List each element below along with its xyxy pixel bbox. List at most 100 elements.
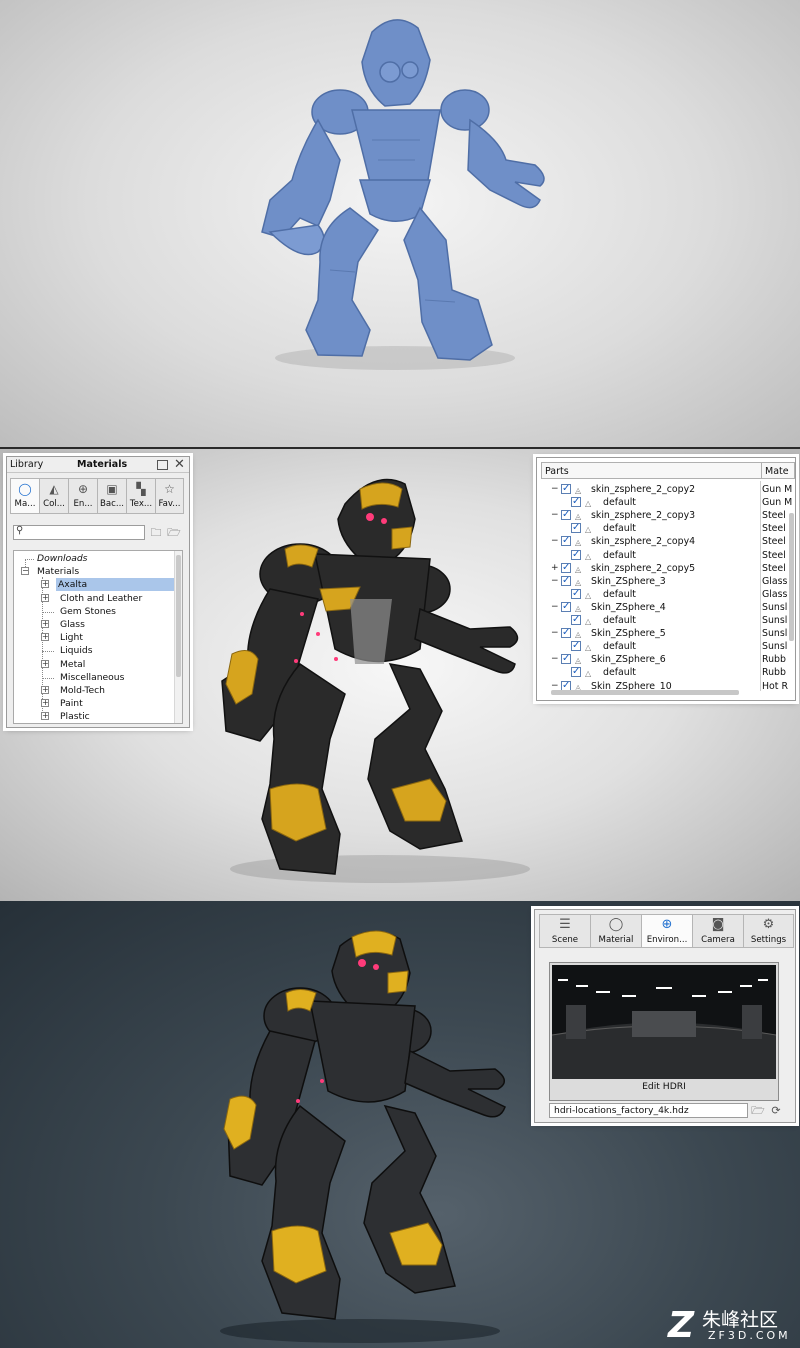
expand-icon[interactable]: + bbox=[41, 633, 49, 642]
environment-icon: ⊕ bbox=[77, 482, 89, 496]
visibility-checkbox[interactable] bbox=[561, 574, 571, 587]
expand-icon[interactable]: + bbox=[41, 593, 49, 602]
triangle-icon: △ bbox=[585, 499, 592, 509]
parts-horizontal-scrollbar[interactable] bbox=[551, 690, 739, 695]
tree-item-metal[interactable]: + Metal bbox=[14, 658, 182, 671]
hdri-file-field[interactable]: hdri-locations_factory_4k.hdz bbox=[549, 1103, 748, 1118]
expand-icon[interactable]: + bbox=[41, 712, 49, 721]
tab-environments[interactable]: ⊕ En... bbox=[68, 478, 97, 514]
add-folder-icon[interactable]: 🗀 bbox=[148, 526, 164, 539]
tab-textures[interactable]: ▚ Tex... bbox=[126, 478, 155, 514]
visibility-checkbox[interactable] bbox=[571, 665, 581, 678]
parts-column-header[interactable]: Parts bbox=[545, 466, 569, 477]
tab-camera[interactable]: ◙ Camera bbox=[692, 914, 743, 948]
visibility-checkbox[interactable] bbox=[571, 548, 581, 561]
texture-icon: ▚ bbox=[136, 482, 146, 496]
collapse-icon[interactable]: − bbox=[21, 567, 29, 576]
color-icon: ◭ bbox=[49, 482, 59, 496]
part-material: Sunsl bbox=[762, 628, 788, 640]
visibility-checkbox[interactable] bbox=[571, 495, 581, 508]
part-row[interactable]: −◬Skin_ZSphere_5Sunsl bbox=[537, 626, 797, 640]
tree-item-light[interactable]: + Light bbox=[14, 631, 182, 644]
part-row-child[interactable]: △ default Glass bbox=[537, 587, 797, 601]
tab-colors[interactable]: ◭ Col... bbox=[39, 478, 68, 514]
visibility-checkbox[interactable] bbox=[561, 652, 571, 665]
visibility-checkbox[interactable] bbox=[561, 508, 571, 521]
visibility-checkbox[interactable] bbox=[571, 639, 581, 652]
expand-icon[interactable]: + bbox=[41, 685, 49, 694]
visibility-checkbox[interactable] bbox=[561, 482, 571, 495]
collapse-icon[interactable]: − bbox=[551, 627, 559, 640]
part-row[interactable]: −◬skin_zsphere_2_copy2Gun M bbox=[537, 482, 797, 496]
expand-icon[interactable]: + bbox=[41, 659, 49, 668]
collapse-icon[interactable]: − bbox=[551, 535, 559, 548]
part-row-child[interactable]: △ default Steel bbox=[537, 548, 797, 562]
tab-backplates[interactable]: ▣ Bac... bbox=[97, 478, 126, 514]
expand-icon[interactable]: + bbox=[41, 580, 49, 589]
visibility-checkbox[interactable] bbox=[571, 521, 581, 534]
visibility-checkbox[interactable] bbox=[561, 561, 571, 574]
tree-item-gem-stones[interactable]: Gem Stones bbox=[14, 605, 182, 618]
tree-item-plastic[interactable]: + Plastic bbox=[14, 710, 182, 723]
edit-hdri-button[interactable]: Edit HDRI bbox=[550, 1081, 778, 1092]
tab-materials[interactable]: ◯ Ma... bbox=[10, 478, 39, 514]
visibility-checkbox[interactable] bbox=[561, 626, 571, 639]
library-scrollbar[interactable] bbox=[174, 551, 182, 723]
visibility-checkbox[interactable] bbox=[571, 587, 581, 600]
part-row[interactable]: −◬skin_zsphere_2_copy3Steel bbox=[537, 508, 797, 522]
part-row-child[interactable]: △ default Rubb bbox=[537, 665, 797, 679]
part-row-child[interactable]: △ default Gun M bbox=[537, 495, 797, 509]
mesh-icon: ◬ bbox=[575, 564, 582, 574]
library-search: ⚲ bbox=[13, 525, 145, 540]
tab-scene[interactable]: ☰ Scene bbox=[539, 914, 590, 948]
part-row[interactable]: −◬Skin_ZSphere_3Glass bbox=[537, 574, 797, 588]
visibility-checkbox[interactable] bbox=[561, 679, 571, 692]
library-panel: Library Materials ✕ ◯ Ma... ◭ Col... ⊕ E… bbox=[6, 456, 190, 728]
collapse-icon[interactable]: − bbox=[551, 483, 559, 496]
part-name: Skin_ZSphere_5 bbox=[591, 628, 666, 640]
refresh-icon[interactable]: ⟳ bbox=[768, 1103, 784, 1118]
collapse-icon[interactable]: − bbox=[551, 509, 559, 522]
clay-render-view bbox=[0, 0, 800, 447]
collapse-icon[interactable]: − bbox=[551, 575, 559, 588]
close-icon[interactable]: ✕ bbox=[174, 457, 185, 472]
tree-item-miscellaneous[interactable]: Miscellaneous bbox=[14, 671, 182, 684]
tree-item-downloads[interactable]: Downloads bbox=[14, 552, 182, 565]
library-search-input[interactable] bbox=[28, 527, 142, 538]
visibility-checkbox[interactable] bbox=[561, 534, 571, 547]
tab-settings[interactable]: ⚙ Settings bbox=[743, 914, 794, 948]
tree-item-mold-tech[interactable]: + Mold-Tech bbox=[14, 684, 182, 697]
part-material: Glass bbox=[762, 588, 788, 600]
material-column-header[interactable]: Mate bbox=[765, 466, 789, 477]
expand-icon[interactable]: + bbox=[41, 699, 49, 708]
visibility-checkbox[interactable] bbox=[561, 600, 571, 613]
collapse-icon[interactable]: − bbox=[551, 653, 559, 666]
part-row[interactable]: −◬Skin_ZSphere_4Sunsl bbox=[537, 600, 797, 614]
part-row[interactable]: −◬skin_zsphere_2_copy4Steel bbox=[537, 534, 797, 548]
part-row[interactable]: + ◬ skin_zsphere_2_copy5 Steel bbox=[537, 561, 797, 575]
tab-environment[interactable]: ⊕ Environ... bbox=[641, 914, 692, 948]
parts-vertical-scrollbar[interactable] bbox=[789, 513, 794, 641]
part-row-child[interactable]: △ default Sunsl bbox=[537, 613, 797, 627]
part-row[interactable]: −◬Skin_ZSphere_6Rubb bbox=[537, 652, 797, 666]
tree-item-cloth-and-leather[interactable]: + Cloth and Leather bbox=[14, 592, 182, 605]
tree-item-glass[interactable]: + Glass bbox=[14, 618, 182, 631]
tree-item-paint[interactable]: + Paint bbox=[14, 697, 182, 710]
remove-folder-icon[interactable]: 🗁 bbox=[166, 526, 182, 539]
backplate-icon: ▣ bbox=[106, 482, 118, 496]
visibility-checkbox[interactable] bbox=[571, 613, 581, 626]
tree-item-materials[interactable]: − Materials bbox=[14, 565, 182, 578]
tab-material[interactable]: ◯ Material bbox=[590, 914, 641, 948]
tab-favorites[interactable]: ☆ Fav... bbox=[155, 478, 184, 514]
float-window-icon[interactable] bbox=[157, 460, 168, 470]
expand-icon[interactable]: + bbox=[551, 562, 559, 575]
collapse-icon[interactable]: − bbox=[551, 601, 559, 614]
tree-item-liquids[interactable]: Liquids bbox=[14, 644, 182, 657]
tree-item-axalta[interactable]: + Axalta bbox=[14, 578, 182, 592]
expand-icon[interactable]: + bbox=[41, 619, 49, 628]
open-folder-icon[interactable]: 🗁 bbox=[750, 1103, 766, 1118]
hdri-preview[interactable]: Edit HDRI bbox=[549, 962, 779, 1101]
environment-panel: ☰ Scene ◯ Material ⊕ Environ... ◙ Camera… bbox=[534, 909, 796, 1123]
part-row-child[interactable]: △ default Steel bbox=[537, 521, 797, 535]
part-row-child[interactable]: △ default Sunsl bbox=[537, 639, 797, 653]
